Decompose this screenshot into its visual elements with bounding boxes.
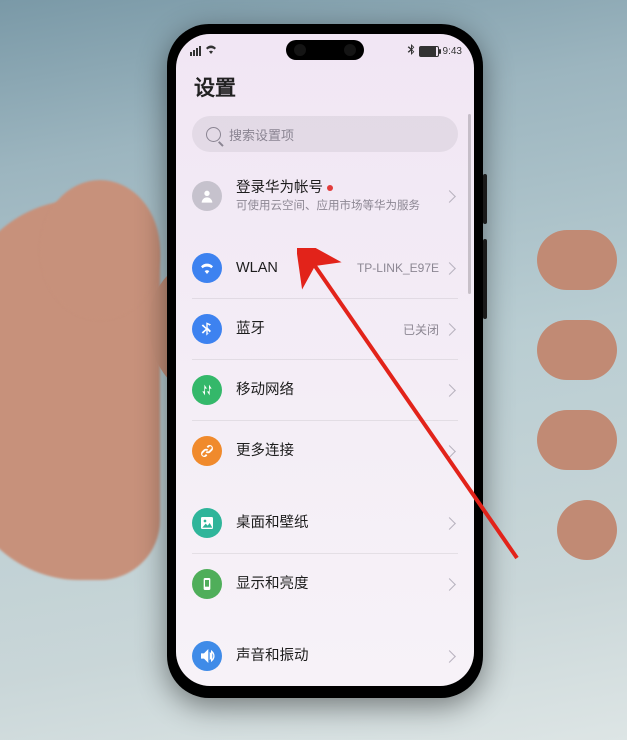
search-input[interactable]: 搜索设置项 bbox=[192, 116, 458, 152]
chevron-right-icon bbox=[443, 323, 456, 336]
link-icon bbox=[192, 436, 222, 466]
wallpaper-icon bbox=[192, 508, 222, 538]
settings-content[interactable]: 设置 搜索设置项 登录华为帐号 可使用云空间、应用市场等华为服务 bbox=[176, 64, 474, 686]
search-placeholder: 搜索设置项 bbox=[229, 125, 294, 144]
display-label: 显示和亮度 bbox=[236, 575, 445, 593]
wlan-label: WLAN bbox=[236, 259, 357, 277]
wifi-icon bbox=[192, 253, 222, 283]
alert-dot bbox=[327, 185, 333, 191]
page-title: 设置 bbox=[194, 72, 458, 102]
more-connections-label: 更多连接 bbox=[236, 442, 445, 460]
chevron-right-icon bbox=[443, 445, 456, 458]
bluetooth-value: 已关闭 bbox=[403, 321, 439, 338]
wlan-value: TP-LINK_E97E bbox=[357, 261, 439, 275]
battery-icon bbox=[419, 46, 439, 57]
chevron-right-icon bbox=[443, 190, 456, 203]
sound-label: 声音和振动 bbox=[236, 647, 445, 665]
signal-icon bbox=[190, 46, 201, 56]
chevron-right-icon bbox=[443, 384, 456, 397]
chevron-right-icon bbox=[443, 262, 456, 275]
display-icon bbox=[192, 569, 222, 599]
hand bbox=[40, 180, 160, 320]
chevron-right-icon bbox=[443, 578, 456, 591]
finger bbox=[537, 320, 617, 380]
mobile-data-icon bbox=[192, 375, 222, 405]
finger bbox=[537, 410, 617, 470]
row-wlan[interactable]: WLAN TP-LINK_E97E bbox=[192, 238, 458, 298]
bluetooth-label: 蓝牙 bbox=[236, 320, 403, 338]
row-mobile-network[interactable]: 移动网络 bbox=[192, 359, 458, 420]
mobile-label: 移动网络 bbox=[236, 381, 445, 399]
finger bbox=[557, 500, 617, 560]
status-time: 9:43 bbox=[443, 46, 462, 57]
wifi-icon bbox=[205, 44, 217, 57]
display-card: 桌面和壁纸 显示和亮度 bbox=[192, 493, 458, 614]
row-account[interactable]: 登录华为帐号 可使用云空间、应用市场等华为服务 bbox=[192, 166, 458, 226]
finger bbox=[537, 230, 617, 290]
row-bluetooth[interactable]: 蓝牙 已关闭 bbox=[192, 298, 458, 359]
bluetooth-icon bbox=[407, 44, 415, 58]
sound-icon bbox=[192, 641, 222, 671]
row-display[interactable]: 显示和亮度 bbox=[192, 553, 458, 614]
account-label: 登录华为帐号 可使用云空间、应用市场等华为服务 bbox=[236, 179, 445, 214]
phone-screen: 9:43 设置 搜索设置项 登录华为帐号 可使用云空间、应用市场等华为服务 bbox=[176, 34, 474, 686]
chevron-right-icon bbox=[443, 650, 456, 663]
row-more-connections[interactable]: 更多连接 bbox=[192, 420, 458, 481]
row-sound[interactable]: 声音和振动 bbox=[192, 626, 458, 686]
bluetooth-icon bbox=[192, 314, 222, 344]
avatar-icon bbox=[192, 181, 222, 211]
row-wallpaper[interactable]: 桌面和壁纸 bbox=[192, 493, 458, 553]
account-card: 登录华为帐号 可使用云空间、应用市场等华为服务 bbox=[192, 166, 458, 226]
phone-body: 9:43 设置 搜索设置项 登录华为帐号 可使用云空间、应用市场等华为服务 bbox=[167, 24, 483, 698]
sound-card: 声音和振动 通知 bbox=[192, 626, 458, 686]
network-card: WLAN TP-LINK_E97E 蓝牙 已关闭 移动网络 bbox=[192, 238, 458, 481]
wallpaper-label: 桌面和壁纸 bbox=[236, 514, 445, 532]
volume-button bbox=[483, 174, 487, 224]
chevron-right-icon bbox=[443, 517, 456, 530]
search-icon bbox=[206, 127, 221, 142]
power-button bbox=[483, 239, 487, 319]
status-bar: 9:43 bbox=[176, 40, 474, 60]
